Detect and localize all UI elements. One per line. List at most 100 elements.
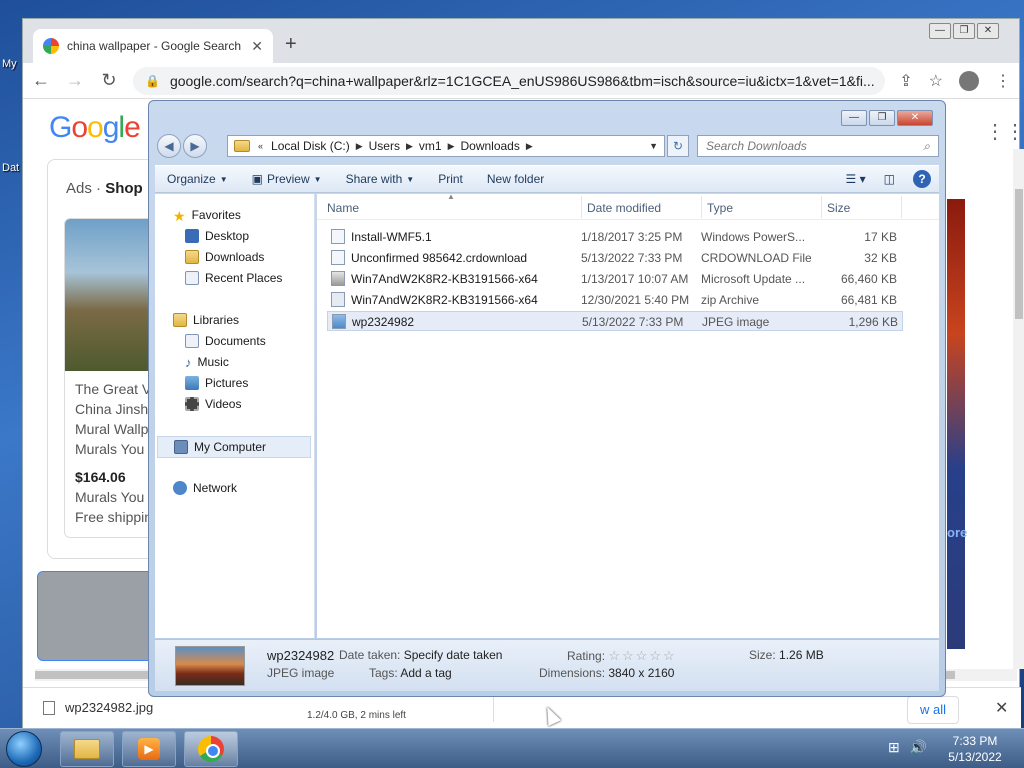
nav-my-computer[interactable]: My Computer bbox=[157, 436, 311, 458]
desktop-icon-label[interactable]: My bbox=[2, 58, 17, 70]
search-icon[interactable]: ⌕ bbox=[923, 139, 930, 153]
file-row[interactable]: wp2324982 5/13/2022 7:33 PM JPEG image 1… bbox=[327, 311, 903, 331]
browser-tab[interactable]: china wallpaper - Google Search ✕ bbox=[33, 29, 273, 63]
date-taken-value[interactable]: Specify date taken bbox=[404, 648, 503, 662]
preview-pane-icon[interactable]: ◫ bbox=[884, 172, 895, 186]
minimize-icon[interactable]: — bbox=[841, 110, 867, 126]
kebab-menu-icon[interactable]: ⋮ bbox=[995, 71, 1011, 91]
file-row[interactable]: Win7AndW2K8R2-KB3191566-x64 12/30/2021 5… bbox=[327, 290, 903, 310]
minimize-icon[interactable]: — bbox=[929, 23, 951, 39]
file-row[interactable]: Win7AndW2K8R2-KB3191566-x64 1/13/2017 10… bbox=[327, 269, 903, 289]
share-with-button[interactable]: Share with ▼ bbox=[334, 172, 427, 186]
file-row[interactable]: Install-WMF5.1 1/18/2017 3:25 PM Windows… bbox=[327, 227, 903, 247]
start-button[interactable] bbox=[6, 731, 42, 767]
nav-videos[interactable]: Videos bbox=[185, 397, 241, 411]
breadcrumb-item[interactable]: Local Disk (C:) bbox=[271, 139, 350, 153]
close-download-bar-icon[interactable]: ✕ bbox=[995, 698, 1008, 718]
network-tray-icon[interactable]: ⊞ bbox=[888, 739, 900, 756]
help-icon[interactable]: ? bbox=[913, 170, 931, 188]
desktop-icon-label[interactable]: Dat bbox=[2, 162, 19, 174]
vertical-scrollbar[interactable] bbox=[1013, 149, 1024, 669]
image-thumbnail[interactable] bbox=[175, 646, 245, 686]
maximize-icon[interactable]: ❐ bbox=[869, 110, 895, 126]
breadcrumb-item[interactable]: vm1 bbox=[419, 139, 442, 153]
file-date: 1/18/2017 3:25 PM bbox=[581, 230, 683, 244]
share-icon[interactable]: ⇪ bbox=[899, 71, 912, 91]
profile-avatar-icon[interactable] bbox=[959, 70, 979, 91]
explorer-window: — ❐ ✕ ◀ ▶ « Local Disk (C:) ▶ Users ▶ vm1 ▶… bbox=[148, 100, 946, 697]
file-date: 5/13/2022 7:33 PM bbox=[581, 251, 683, 265]
column-divider[interactable] bbox=[821, 196, 822, 218]
file-size: 17 KB bbox=[864, 230, 897, 244]
column-type[interactable]: Type bbox=[707, 201, 733, 215]
breadcrumb-item[interactable]: Downloads bbox=[460, 139, 519, 153]
print-button[interactable]: Print bbox=[426, 172, 475, 186]
close-icon[interactable]: ✕ bbox=[897, 110, 933, 126]
chevron-down-icon: ▼ bbox=[406, 174, 415, 184]
file-row[interactable]: Unconfirmed 985642.crdownload 5/13/2022 … bbox=[327, 248, 903, 268]
google-logo[interactable]: Google bbox=[49, 111, 141, 145]
reload-icon[interactable]: ↻ bbox=[99, 70, 119, 91]
nav-network[interactable]: Network bbox=[173, 481, 237, 495]
column-divider[interactable] bbox=[901, 196, 902, 218]
address-bar[interactable]: « Local Disk (C:) ▶ Users ▶ vm1 ▶ Downloads… bbox=[227, 135, 665, 157]
scrollbar-thumb[interactable] bbox=[1015, 189, 1023, 319]
column-date-modified[interactable]: Date modified bbox=[587, 201, 661, 215]
breadcrumb-item[interactable]: Users bbox=[369, 139, 400, 153]
file-name: Win7AndW2K8R2-KB3191566-x64 bbox=[351, 272, 538, 286]
organize-button[interactable]: Organize ▼ bbox=[155, 172, 240, 186]
nav-label: Network bbox=[193, 481, 238, 495]
taskbar-explorer-button[interactable] bbox=[60, 731, 114, 767]
nav-libraries[interactable]: Libraries bbox=[173, 313, 239, 327]
nav-documents[interactable]: Documents bbox=[185, 334, 266, 348]
nav-pictures[interactable]: Pictures bbox=[185, 376, 248, 390]
nav-recent-places[interactable]: Recent Places bbox=[185, 271, 282, 285]
maximize-icon[interactable]: ❐ bbox=[953, 23, 975, 39]
see-more-link[interactable]: ore bbox=[947, 525, 967, 540]
overflow-chevron-icon[interactable]: « bbox=[258, 141, 263, 151]
search-input[interactable]: Search Downloads ⌕ bbox=[697, 135, 939, 157]
preview-button[interactable]: ▣ Preview ▼ bbox=[240, 172, 334, 186]
chevron-right-icon[interactable]: ▶ bbox=[526, 141, 533, 152]
tab-close-icon[interactable]: ✕ bbox=[251, 38, 263, 55]
chevron-right-icon[interactable]: ▶ bbox=[356, 141, 363, 152]
forward-arrow-icon[interactable]: ▶ bbox=[183, 134, 207, 158]
back-arrow-icon[interactable]: ← bbox=[31, 70, 51, 91]
clock[interactable]: 7:33 PM 5/13/2022 bbox=[940, 733, 1010, 765]
tags-value[interactable]: Add a tag bbox=[400, 666, 451, 680]
show-all-button[interactable]: w all bbox=[907, 696, 960, 724]
rating-stars-icon[interactable]: ☆☆☆☆☆ bbox=[608, 648, 676, 663]
address-bar[interactable]: 🔒 google.com/search?q=china+wallpaper&rl… bbox=[133, 66, 886, 95]
nav-desktop[interactable]: Desktop bbox=[185, 229, 249, 243]
new-folder-button[interactable]: New folder bbox=[475, 172, 556, 186]
chevron-right-icon[interactable]: ▶ bbox=[448, 141, 455, 152]
taskbar-media-player-button[interactable]: ▶ bbox=[122, 731, 176, 767]
detail-tags: Tags: Add a tag bbox=[369, 666, 452, 680]
image-result-strip[interactable] bbox=[947, 199, 965, 649]
column-divider[interactable] bbox=[581, 196, 582, 218]
column-divider[interactable] bbox=[701, 196, 702, 218]
back-arrow-icon[interactable]: ◀ bbox=[157, 134, 181, 158]
documents-icon bbox=[185, 334, 199, 348]
image-result-card[interactable] bbox=[37, 571, 157, 661]
file-icon bbox=[331, 250, 345, 265]
nav-favorites[interactable]: ★ Favorites bbox=[173, 208, 241, 224]
close-icon[interactable]: ✕ bbox=[977, 23, 999, 39]
volume-icon[interactable]: 🔊 bbox=[910, 739, 927, 756]
column-name[interactable]: Name bbox=[327, 201, 359, 215]
bookmark-star-icon[interactable]: ☆ bbox=[929, 71, 943, 91]
new-tab-icon[interactable]: + bbox=[285, 33, 297, 56]
chevron-down-icon[interactable]: ▼ bbox=[649, 141, 658, 151]
refresh-button[interactable]: ↻ bbox=[667, 135, 689, 157]
file-name: Unconfirmed 985642.crdownload bbox=[351, 251, 528, 265]
google-apps-icon[interactable]: ⋮⋮⋮ bbox=[985, 119, 1024, 144]
column-size[interactable]: Size bbox=[827, 201, 850, 215]
download-item[interactable]: wp2324982.jpg bbox=[43, 700, 153, 715]
chevron-right-icon[interactable]: ▶ bbox=[406, 141, 413, 152]
forward-arrow-icon[interactable]: → bbox=[65, 70, 85, 91]
nav-music[interactable]: ♪ Music bbox=[185, 355, 229, 370]
tags-label: Tags: bbox=[369, 666, 398, 680]
taskbar-chrome-button[interactable] bbox=[184, 731, 238, 767]
view-options-icon[interactable]: ☰ ▾ bbox=[846, 172, 866, 186]
nav-downloads[interactable]: Downloads bbox=[185, 250, 264, 264]
